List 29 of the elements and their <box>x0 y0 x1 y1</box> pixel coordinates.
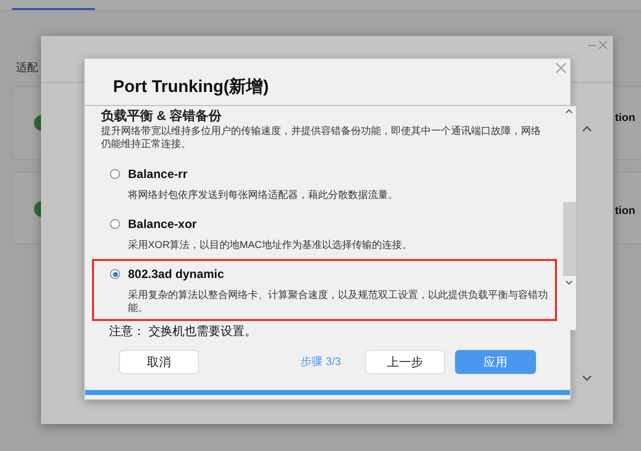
option-item[interactable]: Balance-rr 将网络封包依序发送到每张网络适配器，藉此分散数据流量。 <box>92 159 557 208</box>
radio-button[interactable] <box>110 269 120 279</box>
scroll-thumb[interactable] <box>563 202 576 276</box>
section-heading: 负载平衡 & 容错备份 <box>101 108 223 124</box>
close-icon[interactable] <box>599 41 607 49</box>
option-description: 将网络封包依序发送到每张网络适配器，藉此分散数据流量。 <box>128 189 399 202</box>
radio-button[interactable] <box>110 219 120 229</box>
chevron-up-icon[interactable] <box>565 109 573 114</box>
option-item[interactable]: Balance-xor 采用XOR算法，以目的地MAC地址作为基准以选择传输的连接。 <box>92 209 557 258</box>
option-label: 802.3ad dynamic <box>128 266 224 283</box>
dialog-title: Port Trunking(新增) <box>113 76 269 98</box>
option-item[interactable]: 802.3ad dynamic 采用复杂的算法以整合网络卡、计算聚合速度，以及规范双工设置，以此提供负载平衡与容错功能。 <box>92 259 557 321</box>
section-label: 适配 <box>16 61 38 76</box>
chevron-down-icon[interactable] <box>582 375 592 381</box>
chevron-down-icon[interactable] <box>565 280 573 285</box>
card-text: tion <box>615 111 636 126</box>
chevron-up-icon[interactable] <box>582 126 592 132</box>
section-description: 提升网络带宽以维持多位用户的传输速度，并提供容错备份功能，即使其中一个通讯端口故障，网络仍能维持正常连接。 <box>101 125 541 151</box>
back-button[interactable]: 上一步 <box>365 350 445 374</box>
card-text: tion <box>615 204 636 219</box>
close-icon[interactable] <box>556 63 566 73</box>
option-label: Balance-xor <box>128 216 197 233</box>
cancel-button[interactable]: 取消 <box>119 350 199 374</box>
radio-button[interactable] <box>110 169 120 179</box>
option-description: 采用XOR算法，以目的地MAC地址作为基准以选择传输的连接。 <box>128 239 413 252</box>
step-indicator: 步骤 3/3 <box>300 354 341 370</box>
option-label: Balance-rr <box>128 166 188 183</box>
note-text: 注意： 交换机也需要设置。 <box>109 323 258 340</box>
option-description: 采用复杂的算法以整合网络卡、计算聚合速度，以及规范双工设置，以此提供负载平衡与容错功能。 <box>128 289 549 315</box>
